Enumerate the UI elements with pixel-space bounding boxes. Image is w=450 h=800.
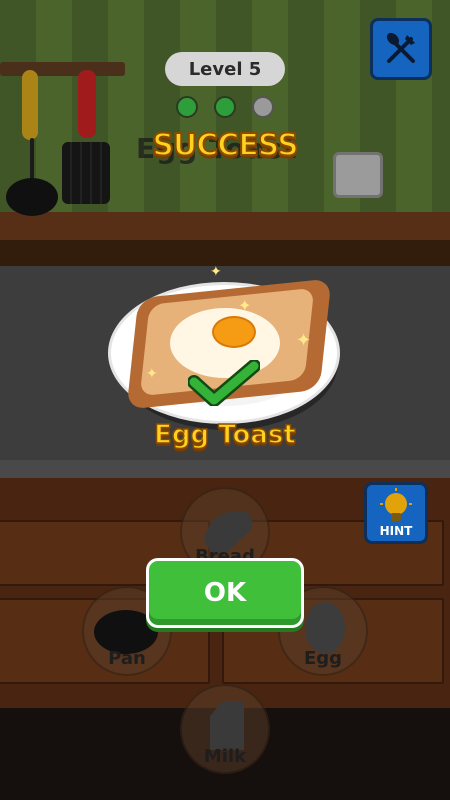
progress-dot-incomplete xyxy=(252,96,274,118)
sparkle-icon: ✦ xyxy=(296,330,312,351)
ok-button-label: OK xyxy=(203,578,247,608)
level-label: Level 5 xyxy=(188,58,262,80)
progress-dot-complete xyxy=(176,96,198,118)
success-banner: SUCCESS xyxy=(151,127,299,164)
kitchen-scene: Level 5 Egg Toast SUCCESS ✦ ✦ ✦ ✦ Egg To… xyxy=(0,0,450,800)
checkmark-icon xyxy=(188,360,260,406)
ok-button[interactable]: OK xyxy=(146,558,304,628)
ingredient-label-milk: Milk xyxy=(203,746,247,767)
egg-yolk xyxy=(212,316,256,348)
progress-dot-complete xyxy=(214,96,236,118)
fork-knife-icon xyxy=(386,32,415,63)
ingredient-label-egg: Egg xyxy=(303,648,343,669)
sparkle-icon: ✦ xyxy=(210,264,222,280)
sparkle-icon: ✦ xyxy=(146,366,158,382)
food-name-label: Egg Toast xyxy=(153,419,296,451)
settings-button[interactable] xyxy=(370,18,432,80)
sparkle-icon: ✦ xyxy=(238,296,252,315)
lightbulb-icon xyxy=(380,488,412,521)
level-indicator: Level 5 xyxy=(165,52,285,86)
hint-label: HINT xyxy=(379,524,413,538)
ingredient-label-pan: Pan xyxy=(108,648,146,669)
